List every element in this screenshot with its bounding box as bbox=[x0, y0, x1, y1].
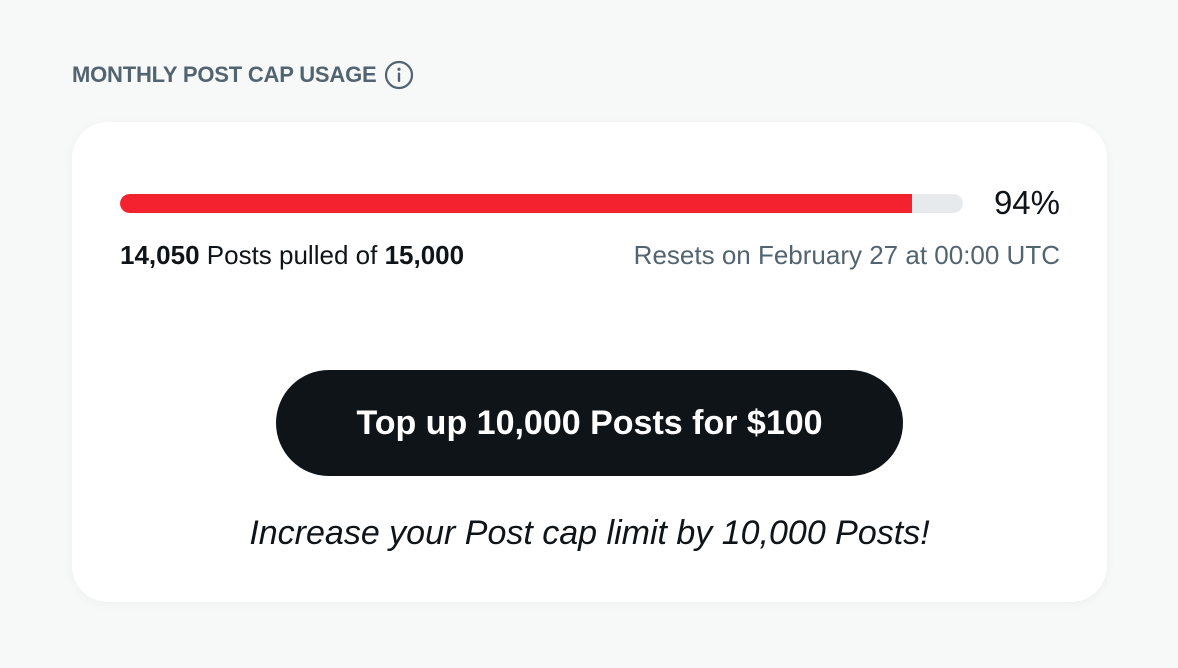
posts-pulled-count: 14,050 bbox=[120, 239, 200, 270]
progress-row: 94% bbox=[120, 184, 1060, 222]
top-up-button[interactable]: Top up 10,000 Posts for $100 bbox=[276, 370, 903, 476]
post-cap-total: 15,000 bbox=[384, 239, 465, 270]
usage-card: 94% 14,050 Posts pulled of 15,000 Resets… bbox=[72, 122, 1107, 602]
section-title: MONTHLY POST CAP USAGE bbox=[72, 62, 377, 87]
progress-fill bbox=[120, 194, 913, 213]
progress-track bbox=[120, 194, 963, 213]
progress-percent: 94% bbox=[993, 184, 1060, 221]
usage-summary: 14,050 Posts pulled of 15,000 bbox=[120, 240, 464, 271]
reset-date-text: Resets on February 27 at 00:00 UTC bbox=[633, 239, 1060, 270]
info-icon[interactable] bbox=[384, 60, 414, 90]
promo-text: Increase your Post cap limit by 10,000 P… bbox=[249, 514, 930, 552]
posts-pulled-of-text: Posts pulled of bbox=[206, 239, 378, 270]
usage-row: 14,050 Posts pulled of 15,000 Resets on … bbox=[120, 238, 1060, 272]
section-header: MONTHLY POST CAP USAGE bbox=[72, 58, 414, 92]
